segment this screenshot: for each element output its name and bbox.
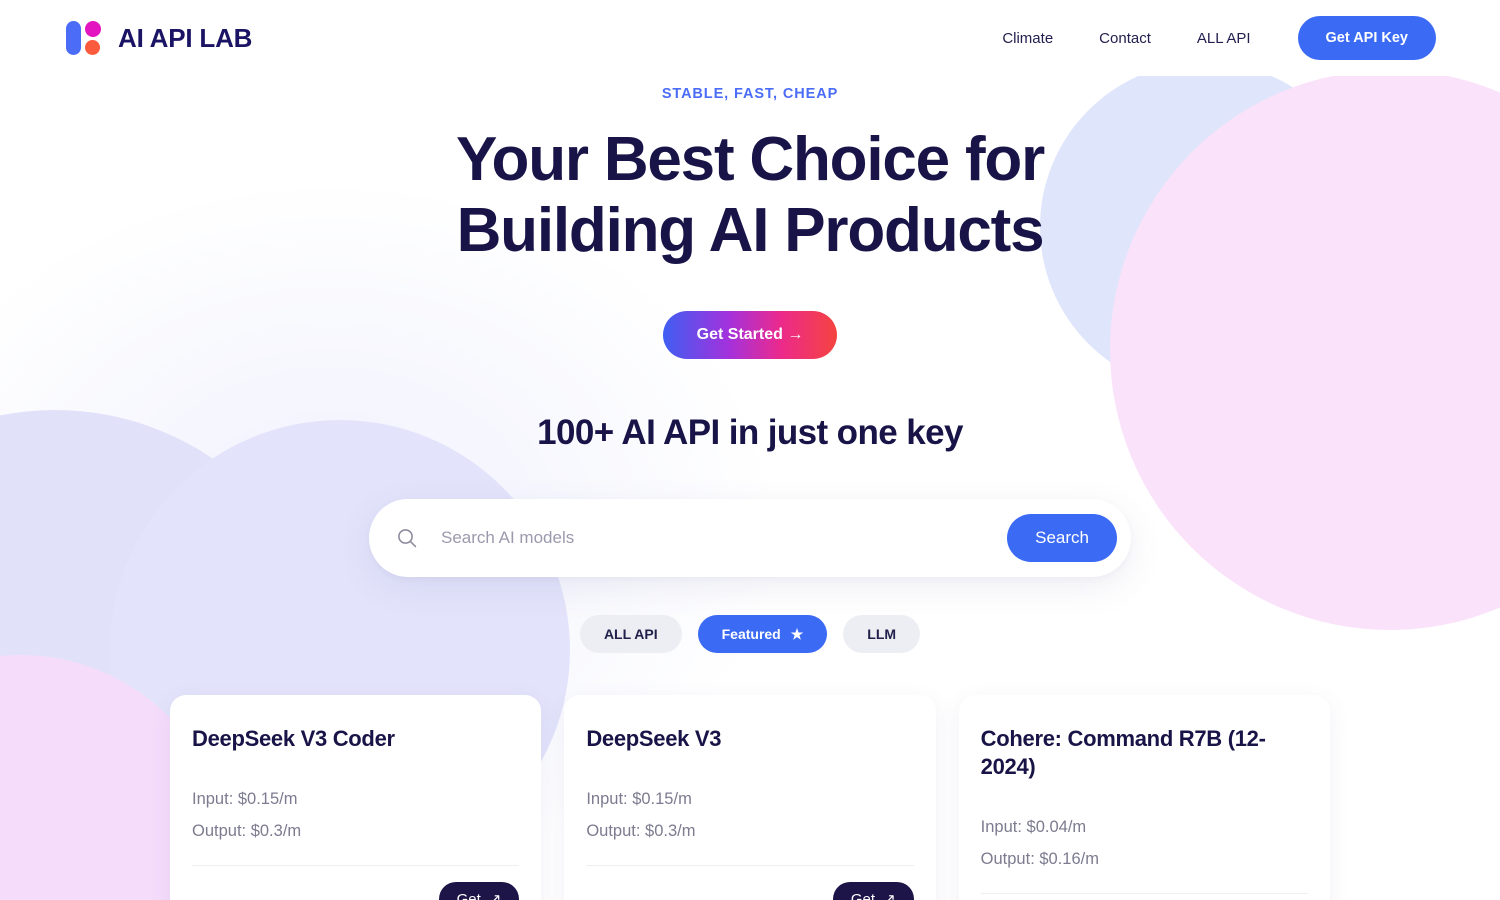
card-divider	[980, 893, 1308, 895]
search-bar: Search	[369, 498, 1131, 577]
logo-mark-icon	[64, 19, 104, 57]
output-price: Output: $0.3/m	[192, 821, 302, 840]
search-button[interactable]: Search	[1007, 513, 1117, 562]
filter-pill-label: ALL API	[603, 625, 658, 642]
get-model-label: Get	[456, 890, 481, 900]
model-card[interactable]: DeepSeek V3 Input: $0.15/m Output: $0.3/…	[564, 694, 936, 900]
model-card-title: DeepSeek V3	[586, 725, 722, 751]
catalog-heading: 100+ AI API in just one key	[537, 412, 963, 452]
input-price: Input: $0.04/m	[980, 817, 1087, 836]
brand-name: AI API LAB	[118, 22, 253, 53]
get-model-label: Get	[850, 890, 876, 900]
nav-link-contact[interactable]: Contact	[1076, 30, 1174, 47]
hero-title: Your Best Choice for Building AI Product…	[0, 124, 1500, 267]
site-header: AI API LAB Climate Contact ALL API Get A…	[0, 0, 1500, 76]
brand-logo[interactable]: AI API LAB	[64, 19, 252, 57]
model-card[interactable]: DeepSeek V3 Coder Input: $0.15/m Output:…	[170, 694, 542, 900]
model-card-pricing: Input: $0.15/m Output: $0.3/m	[586, 783, 913, 847]
nav-link-all-api[interactable]: ALL API	[1174, 30, 1274, 47]
card-divider	[586, 865, 914, 867]
model-card[interactable]: Cohere: Command R7B (12-2024) Input: $0.…	[958, 694, 1330, 900]
filter-pill-llm[interactable]: LLM	[843, 614, 921, 653]
arrow-up-right-icon: ↗	[883, 890, 896, 900]
model-card-grid: DeepSeek V3 Coder Input: $0.15/m Output:…	[170, 694, 1330, 900]
star-icon: ★	[790, 625, 804, 642]
input-price: Input: $0.15/m	[192, 789, 298, 808]
hero-eyebrow: STABLE, FAST, CHEAP	[661, 86, 839, 102]
output-price: Output: $0.16/m	[980, 850, 1099, 869]
get-model-button[interactable]: Get ↗	[832, 882, 914, 900]
primary-nav: Climate Contact ALL API Get API Key	[979, 16, 1436, 60]
model-card-title: DeepSeek V3 Coder	[192, 725, 395, 751]
get-started-button[interactable]: Get Started →	[662, 310, 838, 359]
model-card-title: Cohere: Command R7B (12-2024)	[980, 725, 1266, 779]
filter-pill-group: ALL API Featured ★ LLM	[0, 614, 1500, 653]
page-root: AI API LAB Climate Contact ALL API Get A…	[0, 0, 1500, 900]
search-icon[interactable]	[395, 526, 419, 550]
model-card-pricing: Input: $0.15/m Output: $0.3/m	[192, 783, 519, 847]
catalog-section: 100+ AI API in just one key Search ALL A…	[0, 413, 1500, 900]
output-price: Output: $0.3/m	[586, 821, 696, 840]
arrow-up-right-icon: ↗	[488, 890, 502, 900]
card-divider	[192, 865, 520, 867]
model-card-footer: Get ↗	[586, 882, 914, 900]
hero-section: STABLE, FAST, CHEAP Your Best Choice for…	[0, 76, 1500, 359]
hero-title-line-2: Building AI Products	[456, 196, 1045, 266]
input-price: Input: $0.15/m	[586, 789, 692, 808]
filter-pill-all-api[interactable]: ALL API	[579, 614, 682, 653]
model-card-footer: Get ↗	[192, 882, 520, 900]
model-card-pricing: Input: $0.04/m Output: $0.16/m	[981, 811, 1308, 875]
get-api-key-button[interactable]: Get API Key	[1297, 16, 1436, 60]
hero-title-line-1: Your Best Choice for	[455, 125, 1045, 194]
filter-pill-featured[interactable]: Featured ★	[697, 614, 828, 653]
filter-pill-label: Featured	[721, 625, 781, 642]
search-input[interactable]	[441, 527, 1008, 548]
nav-link-climate[interactable]: Climate	[979, 30, 1076, 47]
filter-pill-label: LLM	[867, 625, 897, 642]
get-model-button[interactable]: Get ↗	[438, 882, 520, 900]
